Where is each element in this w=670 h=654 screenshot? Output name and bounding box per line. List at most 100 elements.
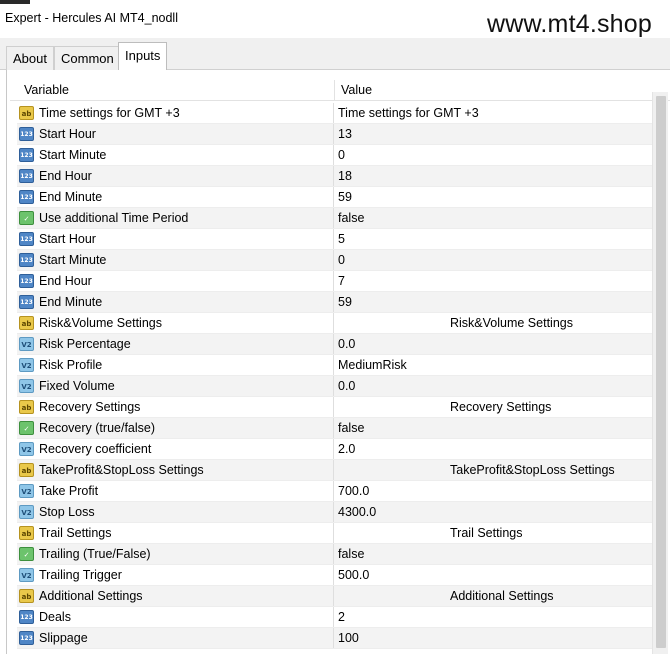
- column-header-value[interactable]: Value: [341, 83, 372, 97]
- table-row[interactable]: 123 Slippage 100: [17, 628, 652, 649]
- integer-type-icon: 123: [19, 610, 34, 624]
- table-row[interactable]: V2 Fixed Volume 0.0: [17, 376, 652, 397]
- table-row[interactable]: V2 Take Profit 700.0: [17, 481, 652, 502]
- variable-name: Use additional Time Period: [39, 211, 189, 225]
- table-row[interactable]: 123 Start Minute 0: [17, 145, 652, 166]
- variable-value[interactable]: 0: [338, 253, 345, 267]
- variable-value[interactable]: 59: [338, 295, 352, 309]
- table-row[interactable]: V2 Trailing Trigger 500.0: [17, 565, 652, 586]
- table-row[interactable]: ab Risk&Volume Settings Risk&Volume Settin…: [17, 313, 652, 334]
- double-type-icon: V2: [19, 358, 34, 372]
- variable-value[interactable]: 4300.0: [338, 505, 376, 519]
- integer-type-icon: 123: [19, 232, 34, 246]
- variable-value[interactable]: Trail Settings: [450, 526, 522, 540]
- table-row[interactable]: 123 Start Minute 0: [17, 250, 652, 271]
- variable-value[interactable]: Time settings for GMT +3: [338, 106, 479, 120]
- boolean-type-icon: ✓: [19, 547, 34, 561]
- variable-cell: 123 Slippage: [17, 628, 334, 648]
- tab-inputs[interactable]: Inputs: [118, 42, 168, 71]
- table-row[interactable]: 123 End Hour 18: [17, 166, 652, 187]
- variable-cell: 123 End Hour: [17, 166, 334, 186]
- variable-value[interactable]: 2.0: [338, 442, 355, 456]
- variable-value[interactable]: Risk&Volume Settings: [450, 316, 573, 330]
- variable-value[interactable]: 500.0: [338, 568, 369, 582]
- table-row[interactable]: V2 Risk Profile MediumRisk: [17, 355, 652, 376]
- variable-cell: 123 Deals: [17, 607, 334, 627]
- integer-type-icon: 123: [19, 253, 34, 267]
- variable-value[interactable]: 0.0: [338, 337, 355, 351]
- variable-value[interactable]: Recovery Settings: [450, 400, 551, 414]
- variable-value[interactable]: 59: [338, 190, 352, 204]
- double-type-icon: V2: [19, 484, 34, 498]
- scrollbar-thumb[interactable]: [656, 96, 666, 648]
- table-row[interactable]: 123 Start Hour 13: [17, 124, 652, 145]
- variable-value[interactable]: 7: [338, 274, 345, 288]
- variable-name: End Hour: [39, 274, 92, 288]
- variable-cell: V2 Fixed Volume: [17, 376, 334, 396]
- variable-name: Recovery Settings: [39, 400, 141, 414]
- variable-cell: V2 Stop Loss: [17, 502, 334, 522]
- variable-value[interactable]: false: [338, 421, 364, 435]
- variable-value[interactable]: false: [338, 547, 364, 561]
- variable-value[interactable]: 100: [338, 631, 359, 645]
- variable-value[interactable]: 18: [338, 169, 352, 183]
- variable-name: TakeProfit&StopLoss Settings: [39, 463, 204, 477]
- table-row[interactable]: ✓ Trailing (True/False) false: [17, 544, 652, 565]
- table-row[interactable]: 123 End Minute 59: [17, 187, 652, 208]
- variable-cell: ab Risk&Volume Settings: [17, 313, 334, 333]
- variable-value[interactable]: 0: [338, 148, 345, 162]
- table-row[interactable]: 123 Deals 2: [17, 607, 652, 628]
- string-type-icon: ab: [19, 589, 34, 603]
- window-title: Expert - Hercules AI MT4_nodll: [5, 11, 178, 25]
- variable-cell: ab Trail Settings: [17, 523, 334, 543]
- string-type-icon: ab: [19, 106, 34, 120]
- variable-name: Start Minute: [39, 253, 107, 267]
- variable-cell: ab Time settings for GMT +3: [17, 103, 334, 123]
- variable-name: Start Hour: [39, 127, 96, 141]
- variable-value[interactable]: MediumRisk: [338, 358, 407, 372]
- vertical-scrollbar[interactable]: [652, 92, 668, 654]
- variable-value[interactable]: 13: [338, 127, 352, 141]
- variable-cell: ✓ Use additional Time Period: [17, 208, 334, 228]
- inputs-table-header: Variable Value: [10, 80, 670, 101]
- table-row[interactable]: 123 Start Hour 5: [17, 229, 652, 250]
- variable-cell: V2 Recovery coefficient: [17, 439, 334, 459]
- table-row[interactable]: ✓ Recovery (true/false) false: [17, 418, 652, 439]
- table-row[interactable]: 123 End Hour 7: [17, 271, 652, 292]
- variable-value[interactable]: Additional Settings: [450, 589, 554, 603]
- variable-value[interactable]: false: [338, 211, 364, 225]
- column-divider[interactable]: [334, 80, 335, 101]
- watermark-text: www.mt4.shop: [487, 10, 652, 38]
- tab-common[interactable]: Common: [54, 46, 121, 70]
- boolean-type-icon: ✓: [19, 421, 34, 435]
- variable-value[interactable]: 700.0: [338, 484, 369, 498]
- variable-name: End Hour: [39, 169, 92, 183]
- variable-name: Take Profit: [39, 484, 99, 498]
- table-row[interactable]: 123 End Minute 59: [17, 292, 652, 313]
- table-row[interactable]: V2 Risk Percentage 0.0: [17, 334, 652, 355]
- variable-name: Deals: [39, 610, 71, 624]
- variable-name: Additional Settings: [39, 589, 143, 603]
- table-row[interactable]: ab TakeProfit&StopLoss Settings TakeProfit…: [17, 460, 652, 481]
- string-type-icon: ab: [19, 316, 34, 330]
- table-row[interactable]: ab Time settings for GMT +3 Time settings …: [17, 103, 652, 124]
- double-type-icon: V2: [19, 379, 34, 393]
- variable-value[interactable]: 2: [338, 610, 345, 624]
- table-row[interactable]: ab Trail Settings Trail Settings: [17, 523, 652, 544]
- table-row[interactable]: V2 Stop Loss 4300.0: [17, 502, 652, 523]
- column-header-variable[interactable]: Variable: [24, 83, 69, 97]
- variable-cell: V2 Risk Profile: [17, 355, 334, 375]
- variable-value[interactable]: 5: [338, 232, 345, 246]
- variable-value[interactable]: 0.0: [338, 379, 355, 393]
- table-row[interactable]: V2 Recovery coefficient 2.0: [17, 439, 652, 460]
- tab-strip: About Common Inputs: [0, 38, 670, 71]
- table-row[interactable]: ab Additional Settings Additional Settings: [17, 586, 652, 607]
- integer-type-icon: 123: [19, 169, 34, 183]
- integer-type-icon: 123: [19, 274, 34, 288]
- tab-about[interactable]: About: [6, 46, 54, 70]
- string-type-icon: ab: [19, 400, 34, 414]
- table-row[interactable]: ab Recovery Settings Recovery Settings: [17, 397, 652, 418]
- table-row[interactable]: ✓ Use additional Time Period false: [17, 208, 652, 229]
- variable-value[interactable]: TakeProfit&StopLoss Settings: [450, 463, 615, 477]
- double-type-icon: V2: [19, 505, 34, 519]
